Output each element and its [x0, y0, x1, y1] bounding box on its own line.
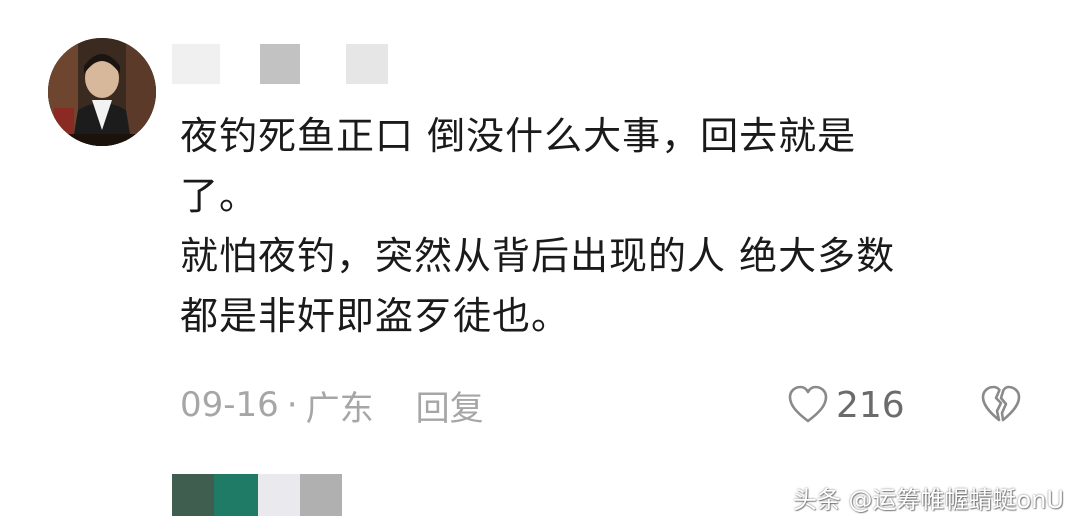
comment-line: 都是非奸即盗歹徒也。: [180, 294, 571, 338]
watermark: 头条 @运筹帷幄蜻蜓onU: [792, 486, 1064, 514]
meta-separator: ·: [286, 385, 298, 425]
comment-text: 夜钓死鱼正口 倒没什么大事，回去就是 了。 就怕夜钓，突然从背后出现的人 绝大多…: [180, 106, 1020, 346]
comment-location: 广东: [305, 388, 374, 429]
reply-button[interactable]: 回复: [416, 381, 484, 430]
broken-heart-icon[interactable]: [979, 383, 1023, 427]
mosaic-block: [300, 474, 342, 516]
username-redacted[interactable]: [172, 44, 388, 84]
mosaic-block: [300, 44, 346, 84]
mosaic-block: [220, 44, 260, 84]
comment-line: 夜钓死鱼正口 倒没什么大事，回去就是: [180, 114, 857, 158]
comment-meta: 09-16 · 广东 回复: [180, 380, 484, 430]
next-comment-username-redacted: [172, 474, 342, 516]
comment-card: 夜钓死鱼正口 倒没什么大事，回去就是 了。 就怕夜钓，突然从背后出现的人 绝大多…: [0, 0, 1080, 527]
comment-line: 了。: [180, 174, 259, 218]
heart-outline-icon[interactable]: [786, 383, 830, 427]
mosaic-block: [260, 44, 300, 84]
comment-date: 09-16: [180, 385, 279, 425]
mosaic-block: [172, 474, 214, 516]
comment-line: 就怕夜钓，突然从背后出现的人 绝大多数: [180, 234, 896, 278]
comment-actions: 216: [786, 380, 1023, 430]
mosaic-block: [214, 474, 258, 516]
mosaic-block: [258, 474, 300, 516]
mosaic-block: [172, 44, 220, 84]
like-count: 216: [836, 384, 905, 426]
mosaic-block: [346, 44, 388, 84]
avatar[interactable]: [48, 38, 156, 146]
avatar-image: [48, 38, 156, 146]
